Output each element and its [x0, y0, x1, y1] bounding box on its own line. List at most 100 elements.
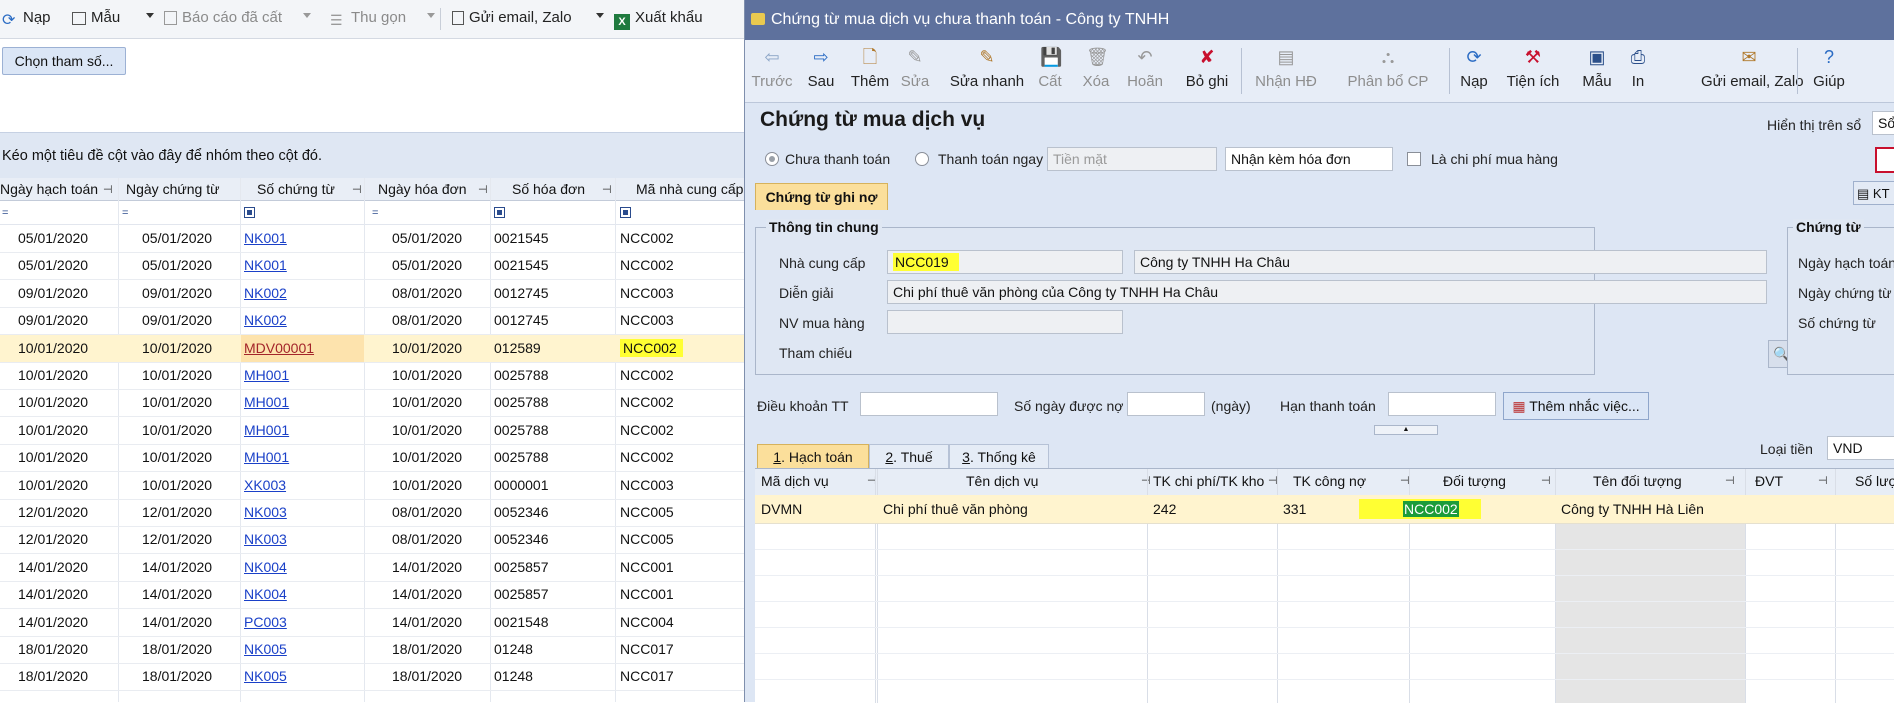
payment-terms-field[interactable]	[860, 392, 998, 416]
filter-box-icon[interactable]	[620, 207, 631, 218]
cell-voucher-no[interactable]: MH001	[244, 422, 289, 438]
col-quantity[interactable]: Số lượ	[1855, 473, 1894, 489]
table-row[interactable]: 10/01/2020 10/01/2020 MDV00001 10/01/2020 01…	[0, 334, 744, 363]
toolbar-button-3[interactable]: ✎ Sửa	[897, 40, 933, 102]
toolbar-button-16[interactable]: ? Giúp	[1807, 40, 1851, 102]
pin-icon[interactable]: ⊣	[352, 183, 362, 196]
cell-expense-account[interactable]: 242	[1153, 501, 1176, 517]
kt-button[interactable]: ▤ KT	[1853, 181, 1894, 205]
table-row[interactable]: 14/01/2020 14/01/2020 NK004 14/01/2020 00258…	[0, 554, 744, 582]
toolbar-button-6[interactable]: 🗑 Xóa	[1079, 40, 1113, 102]
cell-object-name[interactable]: Công ty TNHH Hà Liên	[1561, 501, 1704, 517]
saved-report-dropdown-icon[interactable]	[303, 13, 311, 18]
payment-method-select[interactable]: Tiền mặt	[1047, 147, 1217, 171]
toolbar-button-11[interactable]: ⟳ Nạp	[1455, 40, 1493, 102]
tab-accounting[interactable]: 1. Hạch toán	[757, 444, 869, 469]
toolbar-button-7[interactable]: ↶ Hoãn	[1123, 40, 1167, 102]
saved-report-button[interactable]: Báo cáo đã cất	[164, 9, 282, 26]
col-header-invoice-date[interactable]: Ngày hóa đơn	[378, 181, 467, 197]
cell-service-name[interactable]: Chi phí thuê văn phòng	[883, 501, 1028, 517]
table-row[interactable]: 05/01/2020 05/01/2020 NK001 05/01/2020 00215…	[0, 225, 744, 253]
cell-voucher-no[interactable]: MDV00001	[244, 340, 314, 356]
cell-voucher-no[interactable]: NK001	[244, 230, 287, 246]
credit-days-field[interactable]	[1127, 392, 1205, 416]
pay-now-radio[interactable]	[915, 152, 929, 166]
filter-box-icon[interactable]	[494, 207, 505, 218]
cell-voucher-no[interactable]: NK001	[244, 257, 287, 273]
table-row[interactable]: 10/01/2020 10/01/2020 MH001 10/01/2020 00257…	[0, 362, 744, 390]
col-expense-account[interactable]: TK chi phí/TK kho	[1153, 473, 1264, 489]
buyer-field[interactable]	[887, 310, 1123, 334]
cell-voucher-no[interactable]: PC003	[244, 614, 287, 630]
col-object-name[interactable]: Tên đối tượng	[1593, 473, 1682, 489]
cell-voucher-no[interactable]: NK004	[244, 586, 287, 602]
cell-voucher-no[interactable]: NK002	[244, 285, 287, 301]
invoice-option-select[interactable]: Nhận kèm hóa đơn	[1225, 147, 1393, 171]
display-on-book-select[interactable]: Sổ	[1872, 111, 1894, 135]
add-reminder-button[interactable]: ▦ Thêm nhắc việc...	[1503, 392, 1649, 420]
table-row[interactable]: 12/01/2020 12/01/2020 NK003 08/01/2020 00523…	[0, 526, 744, 555]
toolbar-button-5[interactable]: 💾 Cất	[1035, 40, 1065, 102]
filter-equals-icon[interactable]: =	[2, 207, 8, 219]
refresh-button[interactable]: ⟳ Nạp	[2, 9, 51, 29]
toolbar-button-10[interactable]: ⛬ Phân bổ CP	[1343, 40, 1433, 102]
toolbar-button-14[interactable]: ⎙ In	[1625, 40, 1651, 102]
toolbar-button-15[interactable]: ✉ Gửi email, Zalo	[1701, 40, 1804, 102]
toolbar-button-8[interactable]: ✘ Bỏ ghi	[1181, 40, 1233, 102]
filter-equals-icon[interactable]: =	[122, 207, 128, 219]
toolbar-button-13[interactable]: ▣ Mẫu	[1577, 40, 1617, 102]
cell-service-code[interactable]: DVMN	[761, 501, 802, 517]
collapse-button[interactable]: ☰ Thu gọn	[330, 9, 406, 28]
table-row[interactable]: 09/01/2020 09/01/2020 NK002 08/01/2020 00127…	[0, 280, 744, 308]
pin-icon[interactable]: ⊣	[1725, 474, 1735, 487]
cell-voucher-no[interactable]: NK003	[244, 531, 287, 547]
pin-icon[interactable]: ⊣	[1541, 474, 1551, 487]
template-button[interactable]: Mẫu	[72, 9, 120, 26]
supplier-name-field[interactable]: Công ty TNHH Ha Châu	[1134, 250, 1767, 274]
cell-voucher-no[interactable]: NK004	[244, 559, 287, 575]
pin-icon[interactable]: ⊣	[103, 183, 113, 196]
toolbar-button-4[interactable]: ✎ Sửa nhanh	[949, 40, 1025, 102]
col-header-invoice-no[interactable]: Số hóa đơn	[512, 181, 585, 197]
pin-icon[interactable]: ⊣	[602, 183, 612, 196]
due-date-field[interactable]	[1388, 392, 1496, 416]
detail-row[interactable]: DVMN Chi phí thuê văn phòng 242 331 NCC0…	[755, 495, 1894, 524]
cell-voucher-no[interactable]: NK002	[244, 312, 287, 328]
cell-voucher-no[interactable]: MH001	[244, 367, 289, 383]
table-row[interactable]: 10/01/2020 10/01/2020 XK003 10/01/2020 00000…	[0, 472, 744, 500]
choose-parameters-button[interactable]: Chọn tham số...	[2, 47, 126, 75]
cell-payable-account[interactable]: 331	[1283, 501, 1306, 517]
tab-tax[interactable]: 2. Thuế	[869, 444, 949, 469]
toolbar-button-2[interactable]: 🗋 Thêm	[849, 40, 891, 102]
purchase-cost-checkbox[interactable]	[1407, 152, 1421, 166]
table-row[interactable]: 10/01/2020 10/01/2020 MH001 10/01/2020 00257…	[0, 444, 744, 473]
col-unit[interactable]: ĐVT	[1755, 473, 1783, 489]
filter-equals-icon[interactable]: =	[372, 207, 378, 219]
pin-icon[interactable]: ⊣	[478, 183, 488, 196]
toolbar-button-12[interactable]: ⚒ Tiện ích	[1503, 40, 1563, 102]
cell-object[interactable]: NCC002	[1403, 501, 1459, 517]
pin-icon[interactable]: ⊣	[1141, 474, 1151, 487]
col-service-name[interactable]: Tên dịch vụ	[966, 473, 1038, 489]
cell-voucher-no[interactable]: MH001	[244, 449, 289, 465]
send-email-button[interactable]: Gửi email, Zalo	[452, 9, 572, 26]
tab-statistics[interactable]: 3. Thống kê	[949, 444, 1049, 469]
description-field[interactable]: Chi phí thuê văn phòng của Công ty TNHH …	[887, 280, 1767, 304]
collapse-dropdown-icon[interactable]	[427, 13, 435, 18]
table-row[interactable]: 12/01/2020 12/01/2020 NK003 08/01/2020 00523…	[0, 499, 744, 527]
col-payable-account[interactable]: TK công nợ	[1293, 473, 1366, 489]
tab-debit-voucher[interactable]: Chứng từ ghi nợ	[755, 183, 888, 210]
cell-voucher-no[interactable]: NK003	[244, 504, 287, 520]
send-email-dropdown-icon[interactable]	[596, 13, 604, 18]
supplier-code-field[interactable]: NCC019	[887, 250, 1123, 274]
col-service-code[interactable]: Mã dịch vụ	[761, 473, 829, 489]
table-row[interactable]: 10/01/2020 10/01/2020 MH001 10/01/2020 00257…	[0, 417, 744, 445]
filter-box-icon[interactable]	[244, 207, 255, 218]
unpaid-radio[interactable]	[765, 152, 779, 166]
template-dropdown-icon[interactable]	[146, 13, 154, 18]
cell-voucher-no[interactable]: NK005	[244, 668, 287, 684]
toolbar-button-1[interactable]: ⇨ Sau	[803, 40, 839, 102]
toolbar-button-0[interactable]: ⇦ Trước	[749, 40, 795, 102]
table-row[interactable]: 18/01/2020 18/01/2020 NK005 18/01/2020 01248…	[0, 663, 744, 692]
table-row[interactable]: 10/01/2020 10/01/2020 MH001 10/01/2020 00257…	[0, 389, 744, 418]
